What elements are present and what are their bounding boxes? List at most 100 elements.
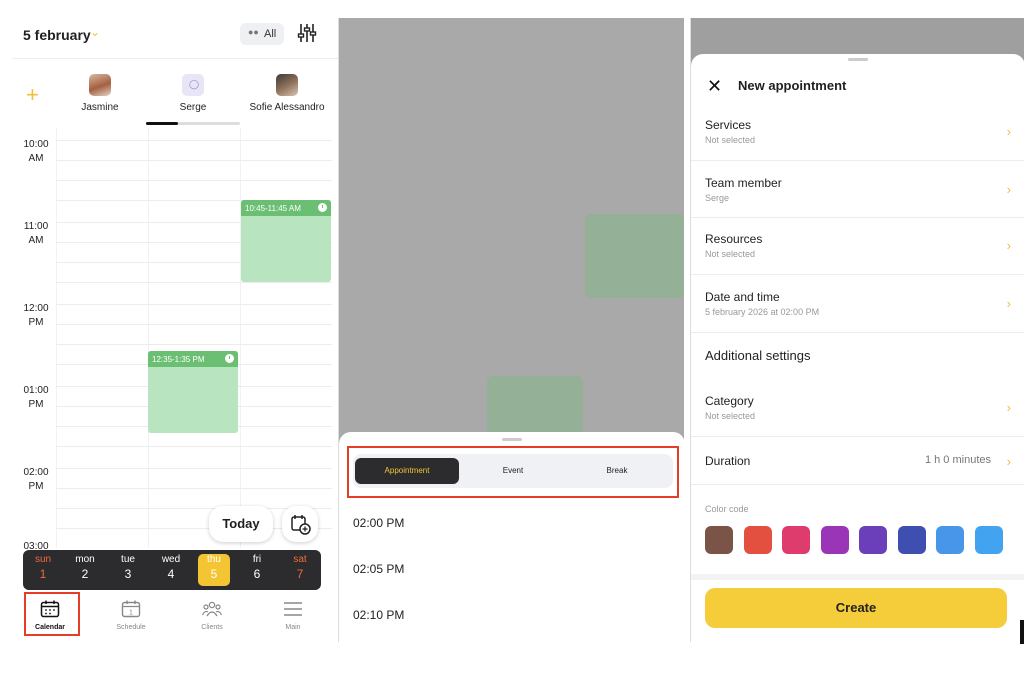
appointment-card[interactable]: 12:35-1:35 PM (148, 351, 238, 433)
time-label: 12:00 PM (23, 303, 49, 328)
sheet-title: New appointment (738, 78, 847, 93)
team-filter-pill[interactable]: ●● All (240, 23, 284, 45)
dimmed-appointment (487, 376, 583, 436)
chevron-right-icon: › (1006, 400, 1011, 415)
tab-label: Clients (201, 624, 223, 631)
color-swatch[interactable] (820, 526, 849, 554)
tab-schedule[interactable]: 1 Schedule (103, 600, 159, 631)
row-divider (691, 217, 1024, 218)
duration-value: 1 h 0 minutes (924, 454, 991, 466)
appointment-time: 12:35-1:35 PM (152, 355, 205, 364)
color-swatch[interactable] (705, 526, 733, 554)
category-row[interactable]: Category Not selected › (705, 394, 1011, 421)
close-icon[interactable]: ✕ (707, 76, 722, 97)
column-divider (148, 128, 149, 548)
today-button[interactable]: Today (209, 506, 273, 542)
create-button[interactable]: Create (705, 588, 1007, 628)
new-appointment-screen: ✕ New appointment Services Not selected … (690, 18, 1024, 642)
member-jasmine[interactable]: Jasmine (55, 74, 145, 113)
color-swatch[interactable] (936, 526, 964, 554)
quarter-line (56, 446, 332, 447)
calendar-screen: 5 february ⌄ ●● All + Jasmine ◯ Serge So… (12, 18, 338, 642)
date-title[interactable]: 5 february (23, 27, 91, 43)
calendar-grid[interactable]: 10:00 AM 11:00 AM 12:00 PM 01:00 PM 02:00 PM … (12, 128, 338, 552)
settings-sliders-icon[interactable] (296, 21, 318, 45)
new-appointment-sheet: ✕ New appointment Services Not selected … (691, 54, 1024, 642)
weekday-sun[interactable]: sun 1 (27, 554, 59, 586)
avatar: ◯ (182, 74, 204, 96)
quarter-line (56, 180, 332, 181)
quarter-line (56, 160, 332, 161)
time-slot[interactable]: 02:10 PM (353, 608, 404, 622)
appointment-card[interactable]: 10:45-11:45 AM (241, 200, 331, 282)
row-divider (691, 436, 1024, 437)
time-slot[interactable]: 02:00 PM (353, 516, 404, 530)
quarter-line (56, 344, 332, 345)
weekday-sat[interactable]: sat 7 (284, 554, 316, 586)
time-label: 11:00 AM (23, 221, 49, 246)
services-row[interactable]: Services Not selected › (705, 118, 1011, 145)
weekday-thu[interactable]: thu 5 (198, 554, 230, 586)
color-code-label: Color code (705, 504, 749, 514)
sheet-handle[interactable] (502, 438, 522, 441)
tab-label: Schedule (116, 624, 146, 631)
duration-row[interactable]: Duration 1 h 0 minutes › (705, 454, 1011, 469)
hour-line (56, 140, 332, 141)
segment-appointment[interactable]: Appointment (355, 458, 459, 484)
chevron-right-icon: › (1006, 454, 1011, 469)
row-divider (691, 160, 1024, 161)
clock-icon (225, 354, 234, 363)
column-divider (56, 128, 57, 548)
team-filter-label: All (264, 28, 277, 40)
add-calendar-button[interactable] (282, 506, 318, 542)
weekday-wed[interactable]: wed 4 (155, 554, 187, 586)
people-icon: ●● (248, 27, 259, 37)
tab-clients[interactable]: Clients (184, 600, 240, 631)
quarter-line (56, 324, 332, 325)
resources-row[interactable]: Resources Not selected › (705, 232, 1011, 259)
time-slot[interactable]: 02:05 PM (353, 562, 404, 576)
booking-type-segmented-control: Appointment Event Break (353, 454, 673, 488)
user-icon: ◯ (189, 79, 200, 89)
week-strip: sun 1 mon 2 tue 3 wed 4 thu 5 fri 6 sat 7 (23, 550, 321, 590)
time-label: 02:00 PM (23, 467, 49, 492)
members-scroll-thumb[interactable] (146, 122, 178, 125)
sheet-handle[interactable] (848, 58, 868, 61)
add-member-icon[interactable]: + (26, 82, 39, 108)
member-sofie[interactable]: Sofie Alessandro (242, 74, 332, 113)
dimmed-appointment (585, 214, 684, 298)
team-member-row[interactable]: Team member Serge › (705, 176, 1011, 203)
hour-line (56, 468, 332, 469)
quarter-line (56, 488, 332, 489)
weekday-mon[interactable]: mon 2 (69, 554, 101, 586)
column-divider (240, 128, 241, 548)
avatar (276, 74, 298, 96)
chevron-right-icon: › (1006, 182, 1011, 197)
weekday-tue[interactable]: tue 3 (112, 554, 144, 586)
color-swatch[interactable] (743, 526, 772, 554)
chevron-down-icon[interactable]: ⌄ (90, 25, 100, 39)
segment-break[interactable]: Break (565, 458, 669, 484)
chevron-right-icon: › (1006, 124, 1011, 139)
quarter-line (56, 282, 332, 283)
member-name: Jasmine (81, 102, 119, 113)
header-divider (12, 58, 338, 59)
segment-event[interactable]: Event (461, 458, 565, 484)
row-divider (691, 332, 1024, 333)
color-swatch[interactable] (897, 526, 926, 554)
chevron-right-icon: › (1006, 296, 1011, 311)
date-time-row[interactable]: Date and time 5 february 2026 at 02:00 P… (705, 290, 1011, 317)
tab-label: Main (285, 624, 301, 631)
booking-type-screen: Appointment Event Break 02:00 PM 02:05 P… (338, 18, 684, 642)
appointment-time: 10:45-11:45 AM (245, 204, 301, 213)
color-swatch[interactable] (974, 526, 1003, 554)
clock-icon (318, 203, 327, 212)
weekday-fri[interactable]: fri 6 (241, 554, 273, 586)
member-serge[interactable]: ◯ Serge (148, 74, 238, 113)
tab-main[interactable]: Main (265, 600, 321, 631)
type-picker-sheet: Appointment Event Break 02:00 PM 02:05 P… (339, 432, 684, 642)
color-swatch[interactable] (859, 526, 887, 554)
time-label: 10:00 AM (23, 139, 49, 164)
color-swatch[interactable] (782, 526, 810, 554)
edge-mark (1020, 620, 1024, 644)
